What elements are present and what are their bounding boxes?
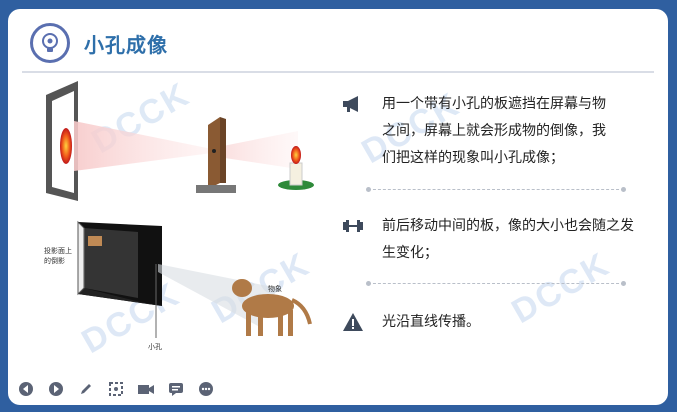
slide: 小孔成像 DCCK DCCK DCCK DCCK DCCK [8, 9, 668, 405]
page-title: 小孔成像 [84, 33, 168, 57]
point-3: 光沿直线传播。 [342, 309, 642, 336]
warning-icon [342, 311, 364, 333]
lightbulb-icon [30, 23, 70, 63]
divider [366, 187, 626, 192]
point-2-line-2: 生变化； [382, 245, 438, 261]
point-1-line-1: 用一个带有小孔的板遮挡在屏幕与物 [382, 96, 606, 112]
pinhole-diagram [28, 71, 318, 211]
point-2-line-1: 前后移动中间的板，像的大小也会随之发 [382, 218, 634, 234]
camera-icon[interactable] [136, 379, 156, 399]
point-3-line-1: 光沿直线传播。 [382, 314, 480, 330]
screenshot-icon[interactable] [106, 379, 126, 399]
megaphone-icon [342, 93, 364, 115]
presentation-toolbar [16, 379, 216, 399]
object-label: 物象 [268, 285, 282, 293]
screen-label: 投影面上 [44, 247, 72, 255]
divider [366, 281, 626, 286]
next-icon[interactable] [46, 379, 66, 399]
pen-icon[interactable] [76, 379, 96, 399]
point-1-line-2: 之间，屏幕上就会形成物的倒像，我 [382, 123, 606, 139]
hole-label: 小孔 [148, 343, 162, 351]
prev-icon[interactable] [16, 379, 36, 399]
point-1: 用一个带有小孔的板遮挡在屏幕与物 之间，屏幕上就会形成物的倒像，我 们把这样的现… [342, 91, 642, 172]
point-2: 前后移动中间的板，像的大小也会随之发 生变化； [342, 213, 642, 267]
more-icon[interactable] [196, 379, 216, 399]
dumbbell-icon [342, 215, 364, 237]
camera-obscura-diagram: 投影面上 的倒影 物象 小孔 [28, 214, 328, 364]
comment-icon[interactable] [166, 379, 186, 399]
screen-label: 的倒影 [44, 257, 65, 265]
point-1-line-3: 们把这样的现象叫小孔成像； [382, 150, 564, 166]
